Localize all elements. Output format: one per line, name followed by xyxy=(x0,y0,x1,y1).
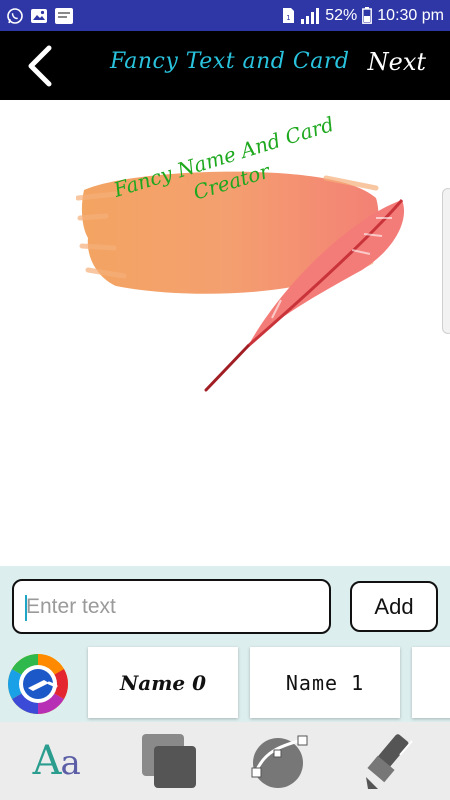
whatsapp-icon xyxy=(6,7,24,25)
color-picker-icon[interactable] xyxy=(6,652,70,716)
next-button[interactable]: Next xyxy=(368,48,426,76)
status-bar: 1 52% 10:30 pm xyxy=(0,0,450,31)
back-button[interactable] xyxy=(18,43,62,89)
clock: 10:30 pm xyxy=(377,6,444,24)
battery-percent: 52% xyxy=(325,6,358,24)
app-bar: Fancy Text and Card Next xyxy=(0,31,450,100)
notification-icons xyxy=(6,7,74,25)
screen: 1 52% 10:30 pm Fancy Text and Card Next xyxy=(0,0,450,800)
text-font-tool[interactable]: Aa xyxy=(0,722,113,800)
text-font-icon: Aa xyxy=(32,738,81,784)
input-panel: Add Name 0 Name 1 N xyxy=(0,566,450,722)
svg-text:1: 1 xyxy=(287,14,291,22)
text-input[interactable] xyxy=(12,579,331,634)
app-notification-icon xyxy=(54,7,74,25)
font-sample-0[interactable]: Name 0 xyxy=(88,647,238,718)
curve-tool[interactable] xyxy=(225,722,338,800)
signal-icon xyxy=(300,7,320,24)
side-drawer-handle[interactable] xyxy=(442,188,450,334)
text-cursor xyxy=(25,595,27,621)
font-sample-1[interactable]: Name 1 xyxy=(250,647,400,718)
paint-tool[interactable] xyxy=(338,722,450,800)
sim-icon: 1 xyxy=(282,7,295,24)
add-button[interactable]: Add xyxy=(350,581,438,632)
system-status: 1 52% 10:30 pm xyxy=(282,7,444,25)
battery-icon xyxy=(362,7,373,24)
gallery-icon xyxy=(30,7,48,25)
font-sample-2[interactable]: N xyxy=(412,647,450,718)
layers-icon xyxy=(141,734,196,788)
chevron-left-icon xyxy=(28,45,52,87)
bottom-toolbar: Aa xyxy=(0,722,450,800)
layers-tool[interactable] xyxy=(113,722,226,800)
paint-brush-icon xyxy=(365,734,413,789)
app-title: Fancy Text and Card xyxy=(110,49,350,74)
curve-path-icon xyxy=(251,735,308,788)
